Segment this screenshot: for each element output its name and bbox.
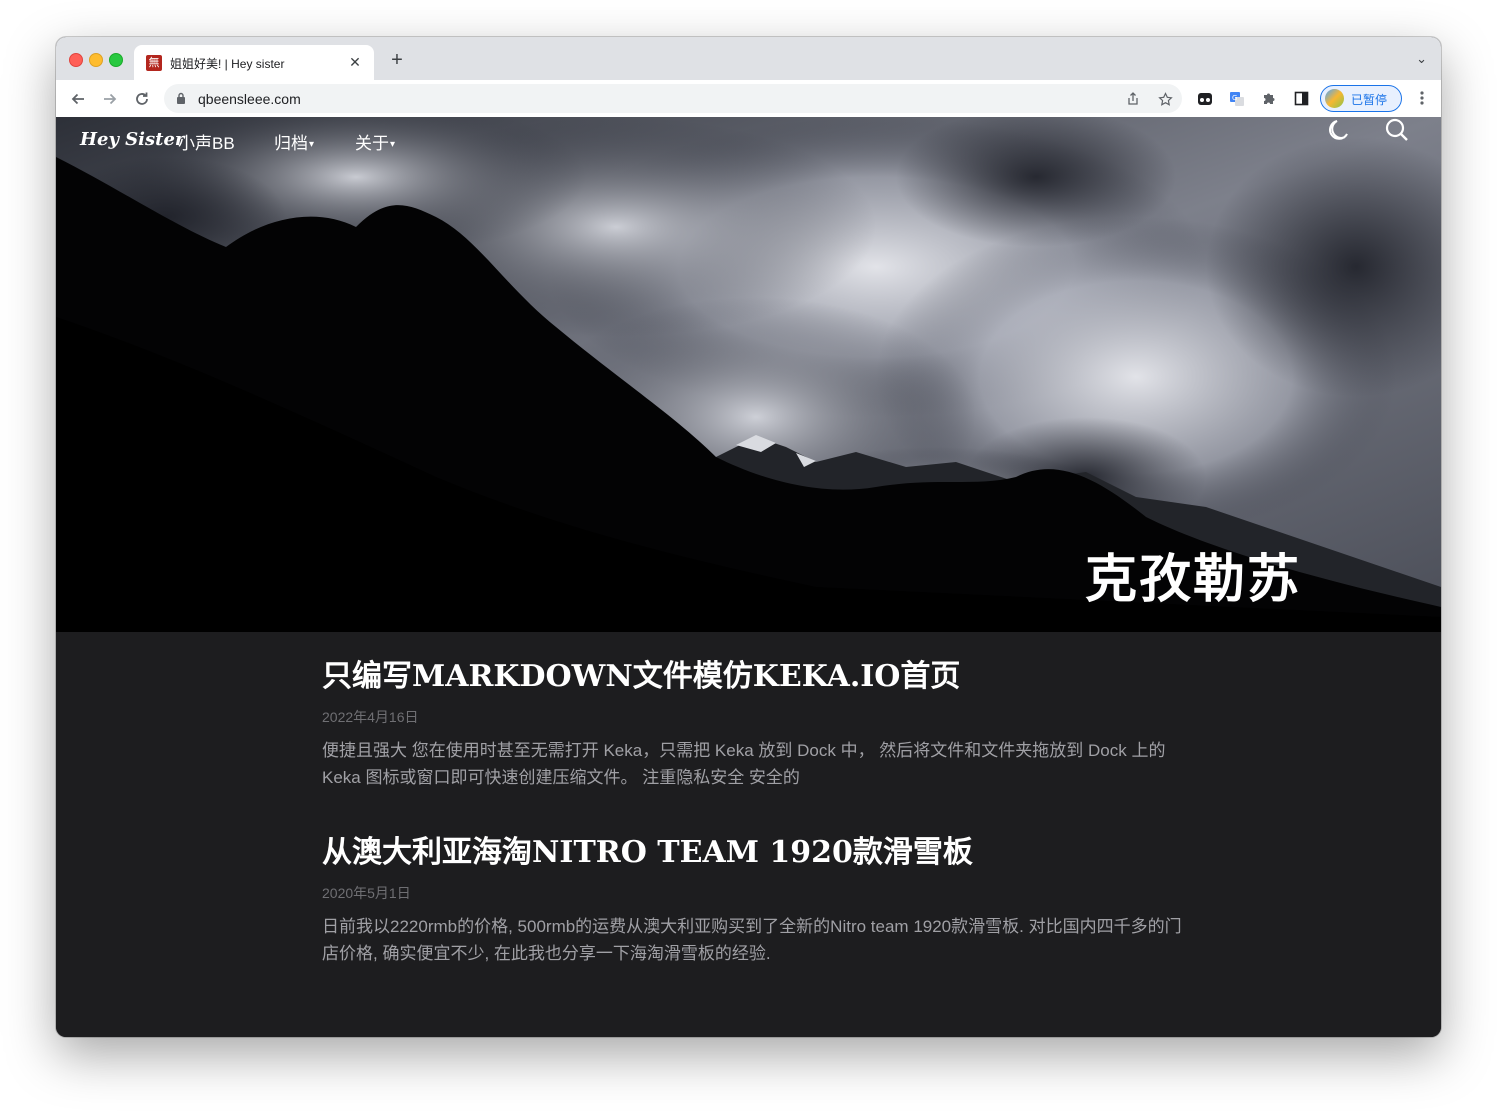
post-excerpt: 日前我以2220rmb的价格, 500rmb的运费从澳大利亚购买到了全新的Nit… bbox=[322, 917, 1182, 963]
tab-close-icon[interactable]: ✕ bbox=[346, 53, 364, 71]
post-title-link[interactable]: 只编写MARKDOWN文件模仿KEKA.IO首页 bbox=[322, 657, 1192, 697]
new-tab-button[interactable]: + bbox=[386, 49, 408, 71]
star-icon[interactable] bbox=[1154, 88, 1176, 110]
post-title-link[interactable]: 从澳大利亚海淘NITRO TEAM 1920款滑雪板 bbox=[322, 833, 1192, 873]
favicon-icon: 無 bbox=[146, 55, 162, 71]
moon-icon[interactable] bbox=[1326, 117, 1352, 143]
hero-title: 克孜勒苏 bbox=[1084, 551, 1301, 609]
lock-icon bbox=[177, 92, 185, 104]
nav-item-bb[interactable]: 小声BB bbox=[178, 129, 235, 154]
nav-item-label: 归档 bbox=[274, 134, 308, 153]
chevron-down-icon: ▾ bbox=[390, 139, 396, 151]
hero-banner: Hey Sister 小声BB 归档▾ 关于▾ 克孜勒苏 bbox=[56, 117, 1441, 632]
post-excerpt: 便捷且强大 您在使用时甚至无需打开 Keka，只需把 Keka 放到 Dock … bbox=[322, 741, 1166, 787]
profile-paused-button[interactable]: 已暂停 bbox=[1320, 85, 1402, 112]
tab-title: 姐姐好美! | Hey sister bbox=[170, 57, 285, 71]
browser-toolbar: qbeensleee.com G 已暂停 bbox=[56, 80, 1441, 118]
address-bar[interactable]: qbeensleee.com bbox=[164, 84, 1182, 113]
nav-item-archive[interactable]: 归档▾ bbox=[274, 129, 314, 154]
site-brand-link[interactable]: Hey Sister bbox=[80, 129, 184, 150]
url-text: qbeensleee.com bbox=[198, 91, 301, 107]
list-item: 从澳大利亚海淘NITRO TEAM 1920款滑雪板 2020年5月1日 日前我… bbox=[322, 833, 1192, 967]
svg-text:G: G bbox=[1232, 94, 1237, 102]
nav-item-label: 小声BB bbox=[178, 134, 235, 153]
extension-mask-icon[interactable] bbox=[1194, 88, 1216, 110]
zoom-window-button[interactable] bbox=[109, 53, 123, 67]
close-window-button[interactable] bbox=[69, 53, 83, 67]
back-arrow-icon[interactable] bbox=[66, 87, 90, 111]
site-navbar: Hey Sister 小声BB 归档▾ 关于▾ bbox=[56, 117, 1441, 167]
post-date: 2022年4月16日 bbox=[322, 709, 419, 725]
tab-strip: 無 姐姐好美! | Hey sister ✕ + ⌄ bbox=[56, 37, 1441, 80]
reload-icon[interactable] bbox=[130, 87, 154, 111]
sidebar-icon[interactable] bbox=[1290, 88, 1312, 110]
post-date: 2020年5月1日 bbox=[322, 885, 411, 901]
forward-arrow-icon[interactable] bbox=[98, 87, 122, 111]
nav-item-label: 关于 bbox=[355, 134, 389, 153]
kebab-menu-icon[interactable] bbox=[1415, 88, 1429, 112]
nav-item-about[interactable]: 关于▾ bbox=[355, 129, 395, 154]
list-item: 只编写MARKDOWN文件模仿KEKA.IO首页 2022年4月16日 便捷且强… bbox=[322, 657, 1192, 791]
search-icon[interactable] bbox=[1384, 117, 1410, 143]
post-list: 只编写MARKDOWN文件模仿KEKA.IO首页 2022年4月16日 便捷且强… bbox=[322, 657, 1192, 1009]
browser-tab-active[interactable]: 無 姐姐好美! | Hey sister ✕ bbox=[134, 45, 374, 80]
web-page: Hey Sister 小声BB 归档▾ 关于▾ 克孜勒苏 只编写MARKDOWN… bbox=[56, 117, 1441, 1037]
profile-status-label: 已暂停 bbox=[1351, 93, 1388, 107]
chevron-down-icon: ▾ bbox=[309, 139, 315, 151]
translate-icon[interactable]: G bbox=[1226, 88, 1248, 110]
browser-window: 無 姐姐好美! | Hey sister ✕ + ⌄ qbeensleee.co… bbox=[56, 37, 1441, 1037]
share-icon[interactable] bbox=[1122, 88, 1144, 110]
puzzle-icon[interactable] bbox=[1258, 88, 1280, 110]
minimize-window-button[interactable] bbox=[89, 53, 103, 67]
avatar bbox=[1325, 89, 1344, 108]
tab-search-icon[interactable]: ⌄ bbox=[1416, 51, 1427, 67]
